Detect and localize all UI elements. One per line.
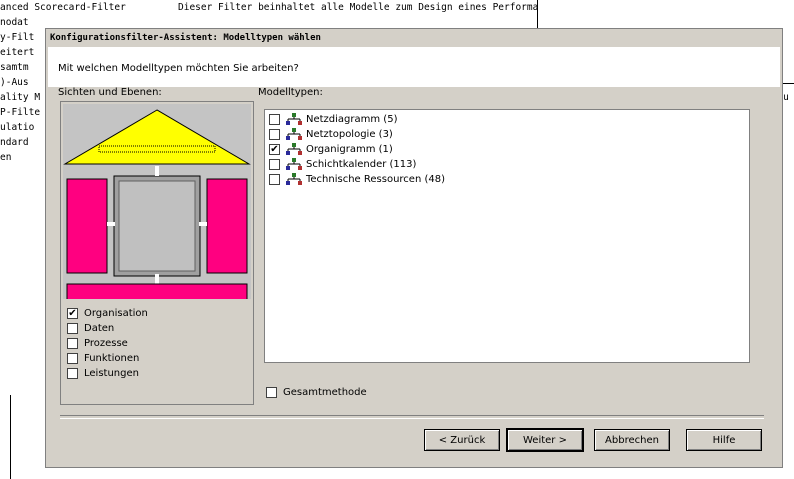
view-services[interactable]: Leistungen: [67, 366, 139, 381]
checkbox-model-type[interactable]: [269, 114, 280, 125]
background-list-item[interactable]: ndard: [0, 135, 46, 150]
wizard-question: Mit welchen Modelltypen möchten Sie arbe…: [58, 63, 299, 74]
list-item[interactable]: Organigramm (1): [269, 142, 393, 157]
next-button[interactable]: Weiter >: [506, 428, 584, 452]
background-border-line: [10, 395, 11, 479]
background-list-item[interactable]: )-Aus: [0, 75, 46, 90]
checkbox-model-type[interactable]: [269, 129, 280, 140]
background-filter-name: anced Scorecard-Filter: [0, 2, 126, 13]
background-header: anced Scorecard-Filter Dieser Filter bei…: [0, 0, 540, 15]
background-list-item[interactable]: P-Filte: [0, 105, 46, 120]
help-button[interactable]: Hilfe: [686, 429, 762, 451]
background-list-item[interactable]: y-Filt: [0, 30, 46, 45]
views-label: Sichten und Ebenen:: [58, 87, 162, 98]
model-type-label: Netzdiagramm (5): [306, 114, 398, 125]
checkbox-processes[interactable]: [67, 338, 78, 349]
checkbox-services[interactable]: [67, 368, 78, 379]
wizard-dialog: Konfigurationsfilter-Assistent: Modellty…: [45, 28, 783, 468]
background-list-item[interactable]: ality M: [0, 90, 46, 105]
checkbox-model-type[interactable]: [269, 144, 280, 155]
network-icon: [286, 113, 302, 125]
aris-house-diagram: [63, 104, 251, 323]
network-icon: [286, 173, 302, 185]
views-panel: Organisation Daten Prozesse Funktionen L…: [60, 101, 254, 405]
view-label: Leistungen: [84, 368, 139, 379]
checkbox-model-type[interactable]: [269, 159, 280, 170]
checkbox-data[interactable]: [67, 323, 78, 334]
view-data[interactable]: Daten: [67, 321, 114, 336]
model-type-label: Technische Ressourcen (48): [306, 174, 446, 185]
aris-house-graphic: [63, 104, 251, 323]
view-label: Organisation: [84, 308, 148, 319]
view-processes[interactable]: Prozesse: [67, 336, 128, 351]
background-list-item[interactable]: en: [0, 150, 46, 165]
background-list-item[interactable]: samtm: [0, 60, 46, 75]
dialog-title: Konfigurationsfilter-Assistent: Modellty…: [48, 31, 780, 45]
model-type-label: Schichtkalender (113): [306, 159, 417, 170]
network-icon: [286, 143, 302, 155]
background-filter-description: Dieser Filter beinhaltet alle Modelle zu…: [178, 2, 540, 13]
list-item[interactable]: Technische Ressourcen (48): [269, 172, 445, 187]
view-functions[interactable]: Funktionen: [67, 351, 139, 366]
checkbox-overall-method[interactable]: [266, 387, 277, 398]
background-list-item[interactable]: ulatio: [0, 120, 46, 135]
list-item[interactable]: Schichtkalender (113): [269, 157, 416, 172]
background-list-item[interactable]: nodat: [0, 15, 46, 30]
model-types-label: Modelltypen:: [258, 87, 323, 98]
background-list-item[interactable]: eitert: [0, 45, 46, 60]
view-label: Prozesse: [84, 338, 128, 349]
view-label: Funktionen: [84, 353, 140, 364]
model-type-label: Netztopologie (3): [306, 129, 393, 140]
view-organisation[interactable]: Organisation: [67, 306, 148, 321]
model-type-label: Organigramm (1): [306, 144, 393, 155]
network-icon: [286, 158, 302, 170]
back-button[interactable]: < Zurück: [424, 429, 500, 451]
list-item[interactable]: Netztopologie (3): [269, 127, 393, 142]
pillar-data[interactable]: [66, 178, 108, 274]
overall-method-label: Gesamtmethode: [283, 387, 367, 398]
list-item[interactable]: Netzdiagramm (5): [269, 112, 397, 127]
view-label: Daten: [84, 323, 115, 334]
checkbox-functions[interactable]: [67, 353, 78, 364]
checkbox-organisation[interactable]: [67, 308, 78, 319]
base-services[interactable]: [66, 283, 248, 323]
model-types-list[interactable]: Netzdiagramm (5) Netztopologie (3) Organ…: [264, 109, 750, 363]
button-separator: [60, 415, 764, 419]
checkbox-model-type[interactable]: [269, 174, 280, 185]
pillar-functions[interactable]: [206, 178, 248, 274]
overall-method-option[interactable]: Gesamtmethode: [266, 385, 367, 400]
cancel-button[interactable]: Abbrechen: [594, 429, 670, 451]
network-icon: [286, 128, 302, 140]
center-processes[interactable]: [118, 180, 196, 272]
background-list: nodat y-Filt eitert samtm )-Aus ality M …: [0, 15, 46, 165]
